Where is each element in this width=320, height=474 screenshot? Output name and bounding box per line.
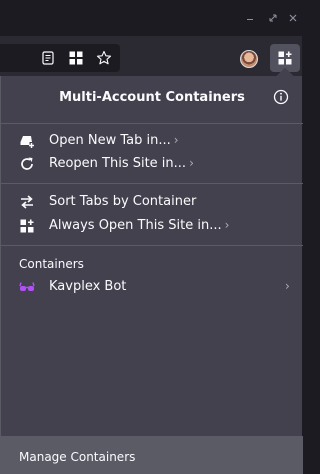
menu-item-open-new-tab[interactable]: Open New Tab in... › bbox=[1, 130, 303, 152]
menu-item-always-open[interactable]: Always Open This Site in... › bbox=[1, 215, 303, 237]
glasses-icon bbox=[19, 279, 35, 295]
bookmark-star-icon[interactable] bbox=[96, 50, 112, 66]
menu-item-label: Sort Tabs by Container bbox=[49, 194, 197, 209]
minimize-icon[interactable] bbox=[243, 11, 257, 25]
container-item-kavplex-bot[interactable]: Kavplex Bot › bbox=[1, 276, 303, 298]
containers-heading: Containers bbox=[19, 257, 84, 271]
containers-extension-icon bbox=[278, 51, 292, 65]
reader-view-icon[interactable] bbox=[40, 50, 56, 66]
chevron-right-icon: › bbox=[173, 133, 179, 147]
browser-toolbar bbox=[0, 36, 302, 76]
containers-panel: Multi-Account Containers Open New Tab in… bbox=[0, 76, 303, 474]
separator bbox=[1, 183, 303, 184]
containers-url-icon[interactable] bbox=[68, 50, 84, 66]
account-avatar[interactable] bbox=[240, 50, 258, 68]
chevron-right-icon: › bbox=[189, 156, 194, 170]
footer-label: Manage Containers bbox=[19, 450, 136, 464]
menu-item-label: Always Open This Site in... bbox=[49, 218, 222, 233]
panel-title: Multi-Account Containers bbox=[59, 90, 245, 105]
close-icon[interactable] bbox=[286, 11, 300, 25]
url-bar[interactable] bbox=[0, 44, 120, 72]
container-name: Kavplex Bot bbox=[49, 279, 127, 294]
info-icon[interactable] bbox=[273, 89, 289, 105]
sort-arrows-icon bbox=[19, 194, 35, 210]
chevron-right-icon: › bbox=[285, 279, 290, 293]
reload-icon bbox=[19, 156, 35, 172]
menu-item-sort-tabs[interactable]: Sort Tabs by Container bbox=[1, 191, 303, 213]
window-titlebar bbox=[0, 0, 302, 36]
restore-icon[interactable] bbox=[266, 11, 280, 25]
manage-containers-button[interactable]: Manage Containers bbox=[1, 436, 303, 474]
menu-item-label: Reopen This Site in... bbox=[49, 156, 187, 171]
menu-item-reopen-site[interactable]: Reopen This Site in... › bbox=[1, 153, 303, 175]
new-tab-container-icon bbox=[19, 133, 35, 149]
chevron-right-icon: › bbox=[224, 218, 230, 232]
separator bbox=[1, 123, 303, 124]
separator bbox=[1, 245, 303, 246]
menu-item-label: Open New Tab in... bbox=[49, 133, 171, 148]
containers-grid-icon bbox=[19, 218, 35, 234]
